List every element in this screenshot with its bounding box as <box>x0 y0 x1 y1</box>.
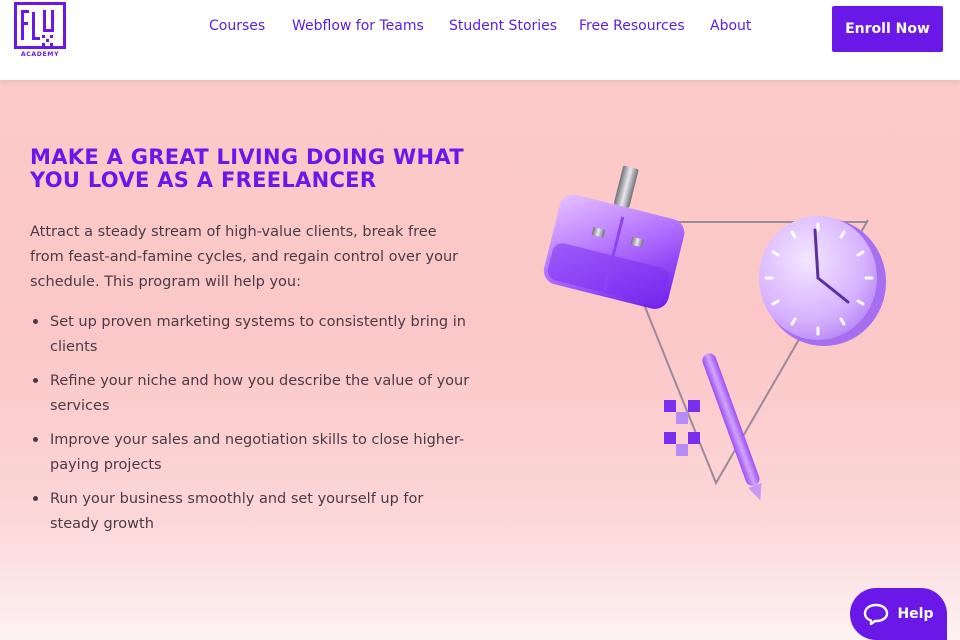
help-label: Help <box>897 606 934 622</box>
bullet-icon <box>33 496 38 501</box>
list-item: Refine your niche and how you describe t… <box>30 369 470 419</box>
svg-text:ACADEMY: ACADEMY <box>21 51 59 58</box>
bullet-icon <box>33 319 38 324</box>
hero-intro: Attract a steady stream of high-value cl… <box>30 224 459 290</box>
nav-link-student-stories[interactable]: Student Stories <box>449 18 557 34</box>
nav-link-courses[interactable]: Courses <box>209 18 265 34</box>
briefcase-icon <box>543 165 685 309</box>
enroll-now-button[interactable]: Enroll Now <box>832 6 943 52</box>
nav-link-webflow-for-teams[interactable]: Webflow for Teams <box>292 18 424 34</box>
pen-icon <box>702 353 762 500</box>
help-button[interactable]: Help <box>850 588 947 640</box>
list-item-text: Set up proven marketing systems to consi… <box>50 314 466 355</box>
benefits-list: Set up proven marketing systems to consi… <box>30 310 470 546</box>
nav-link-about[interactable]: About <box>710 18 751 34</box>
list-item: Set up proven marketing systems to consi… <box>30 310 470 360</box>
hero-headline: MAKE A GREAT LIVING DOING WHAT YOU LOVE … <box>30 145 464 192</box>
chat-bubble-icon <box>864 603 889 625</box>
hero-section: MAKE A GREAT LIVING DOING WHAT YOU LOVE … <box>0 80 960 640</box>
list-item-text: Improve your sales and negotiation skill… <box>50 432 465 473</box>
list-item: Improve your sales and negotiation skill… <box>30 428 470 478</box>
bullet-icon <box>33 437 38 442</box>
site-header: ACADEMY Courses Webflow for Teams Studen… <box>0 0 960 80</box>
list-item-text: Refine your niche and how you describe t… <box>50 373 470 414</box>
freelancer-illustration <box>543 165 886 500</box>
clock-icon <box>759 216 886 346</box>
nav-link-free-resources[interactable]: Free Resources <box>579 18 685 34</box>
list-item-text: Run your business smoothly and set yours… <box>50 491 424 532</box>
main-nav: Courses Webflow for Teams Student Storie… <box>0 18 960 40</box>
list-item: Run your business smoothly and set yours… <box>30 487 470 537</box>
bullet-icon <box>33 378 38 383</box>
